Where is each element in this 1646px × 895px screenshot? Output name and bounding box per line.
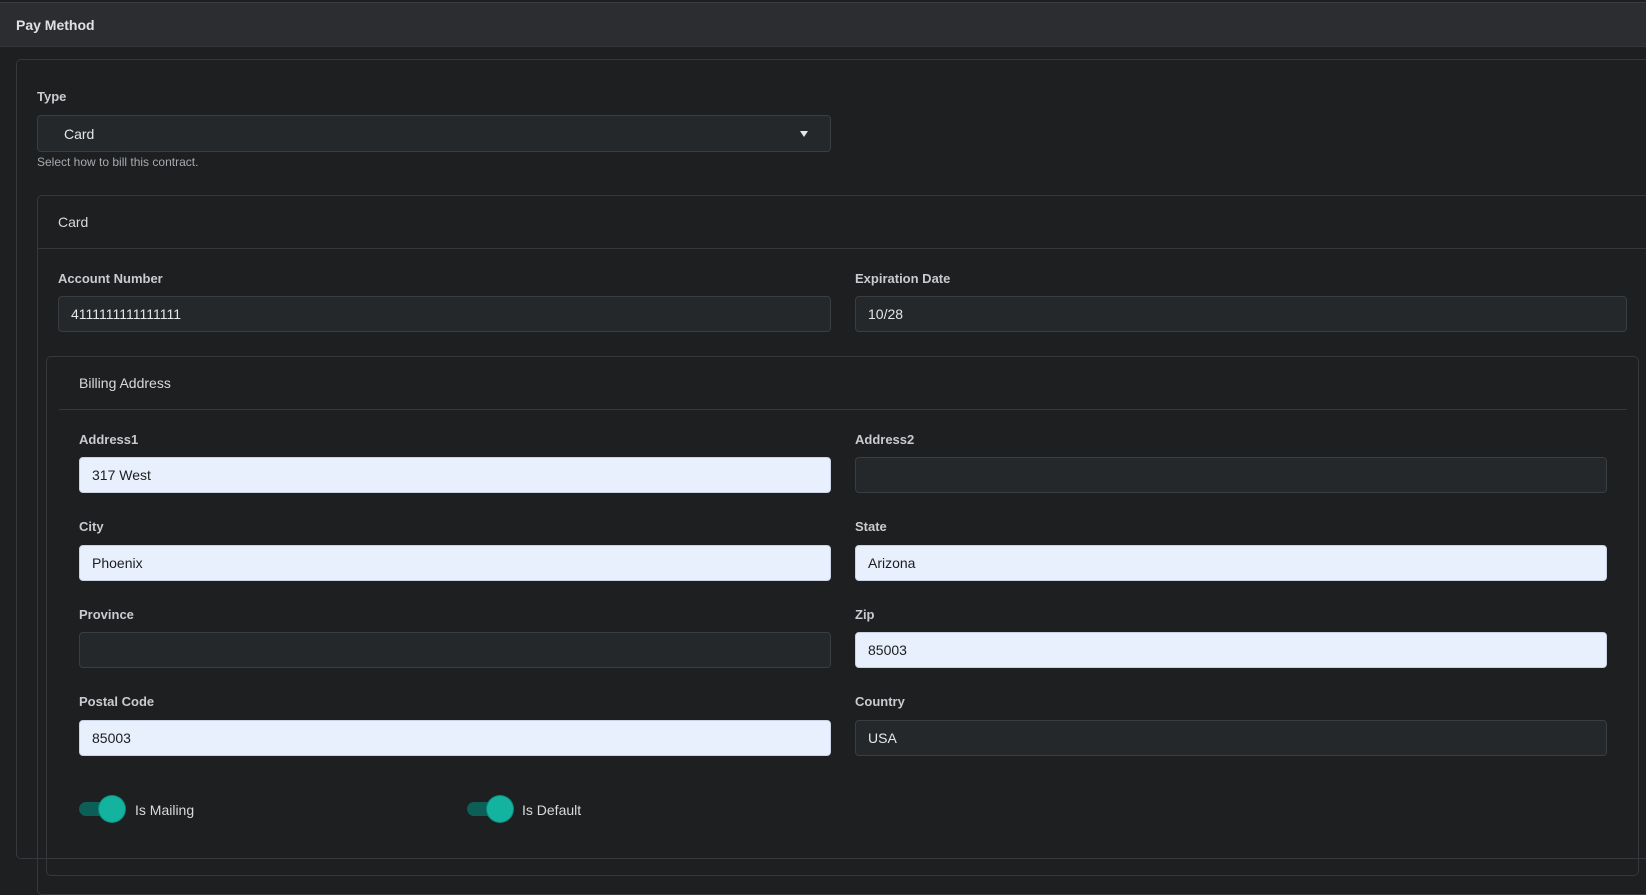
- expiration-date-input[interactable]: [855, 296, 1627, 332]
- card-panel-title: Card: [58, 214, 89, 230]
- billing-divider: [59, 409, 1627, 410]
- province-input[interactable]: [79, 632, 831, 668]
- toggle-knob: [487, 796, 513, 822]
- type-help-text: Select how to bill this contract.: [37, 155, 199, 169]
- city-input[interactable]: [79, 545, 831, 581]
- address2-input[interactable]: [855, 457, 1607, 493]
- toggle-knob: [99, 796, 125, 822]
- account-number-input[interactable]: [58, 296, 831, 332]
- is-mailing-label: Is Mailing: [135, 802, 195, 818]
- account-number-label: Account Number: [58, 271, 163, 286]
- state-label: State: [855, 519, 887, 534]
- card-panel-header: Card: [38, 196, 1646, 249]
- country-label: Country: [855, 694, 905, 709]
- postal-code-label: Postal Code: [79, 694, 155, 709]
- is-default-label: Is Default: [522, 802, 582, 818]
- state-input[interactable]: [855, 545, 1607, 581]
- billing-address-panel: Billing Address: [46, 356, 1639, 876]
- expiration-date-label: Expiration Date: [855, 271, 951, 286]
- type-select-value: Card: [64, 126, 95, 142]
- caret-down-icon: [800, 131, 808, 137]
- address1-label: Address1: [79, 432, 139, 447]
- zip-input[interactable]: [855, 632, 1607, 668]
- address1-input[interactable]: [79, 457, 831, 493]
- type-label: Type: [37, 89, 67, 104]
- type-select[interactable]: Card: [37, 115, 831, 152]
- postal-code-input[interactable]: [79, 720, 831, 756]
- page-header: Pay Method: [0, 2, 1646, 47]
- country-input[interactable]: [855, 720, 1607, 756]
- zip-label: Zip: [855, 607, 875, 622]
- address2-label: Address2: [855, 432, 915, 447]
- province-label: Province: [79, 607, 134, 622]
- page-title: Pay Method: [16, 17, 95, 33]
- is-mailing-toggle[interactable]: [79, 795, 125, 823]
- city-label: City: [79, 519, 104, 534]
- billing-address-title: Billing Address: [79, 375, 171, 391]
- is-default-toggle[interactable]: [467, 795, 513, 823]
